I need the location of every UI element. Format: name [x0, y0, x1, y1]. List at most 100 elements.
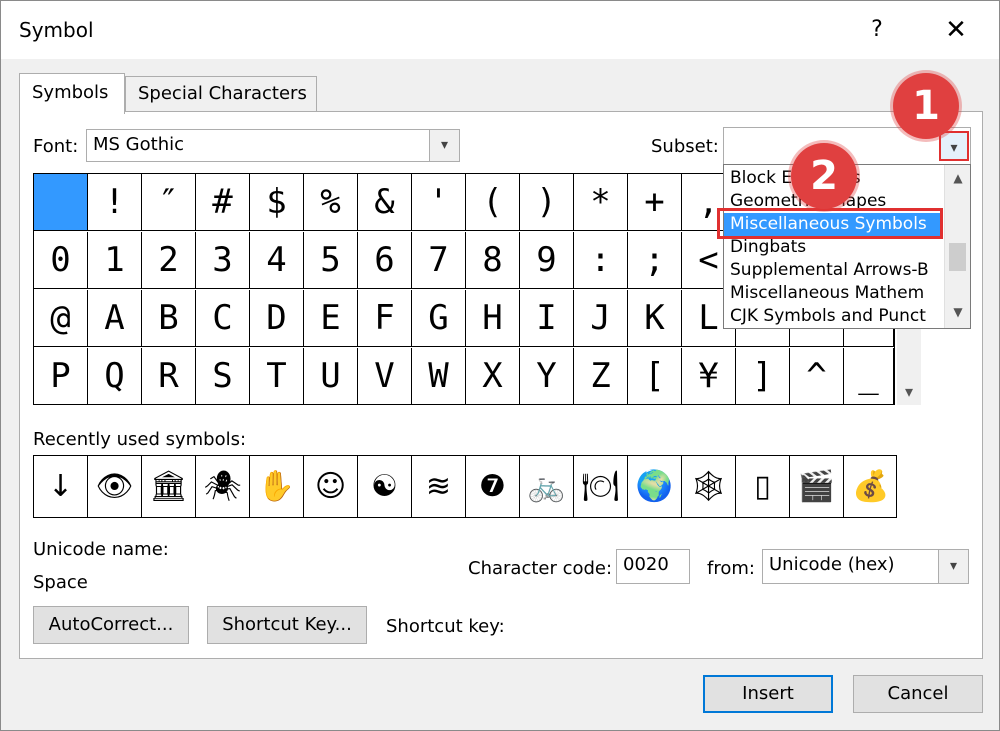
symbol-cell[interactable]: ] [736, 348, 790, 405]
scroll-thumb[interactable] [949, 243, 966, 271]
symbol-cell[interactable]: C [196, 290, 250, 347]
cancel-button[interactable]: Cancel [853, 675, 983, 713]
symbol-cell[interactable]: 6 [358, 232, 412, 289]
symbol-cell[interactable]: Z [574, 348, 628, 405]
symbol-cell[interactable]: B [142, 290, 196, 347]
recent-symbols-label: Recently used symbols: [33, 429, 247, 450]
symbol-cell[interactable]: K [628, 290, 682, 347]
symbol-cell[interactable]: [ [628, 348, 682, 405]
waves-icon[interactable]: ≋ [412, 456, 466, 517]
yin-yang-icon[interactable]: ☯ [358, 456, 412, 517]
symbol-cell[interactable]: : [574, 232, 628, 289]
shortcut-key-label: Shortcut key: [386, 616, 505, 637]
globe-icon[interactable]: 🌍 [628, 456, 682, 517]
symbol-cell[interactable]: $ [250, 174, 304, 231]
money-bag-icon[interactable]: 💰 [844, 456, 898, 517]
bicycle-icon[interactable]: 🚲 [520, 456, 574, 517]
symbol-cell[interactable]: T [250, 348, 304, 405]
character-code-label: Character code: [468, 558, 613, 579]
close-button[interactable]: ✕ [931, 11, 981, 49]
subset-option[interactable]: Miscellaneous Mathem [724, 282, 942, 305]
rectangle-icon[interactable]: ▯ [736, 456, 790, 517]
symbol-cell[interactable]: P [34, 348, 88, 405]
character-code-input[interactable]: 0020 [616, 549, 690, 584]
dialog-title: Symbol [19, 18, 94, 42]
symbol-cell[interactable]: ^ [790, 348, 844, 405]
symbol-cell[interactable]: A [88, 290, 142, 347]
subset-option[interactable]: Supplemental Arrows-B [724, 259, 942, 282]
symbol-cell[interactable]: X [466, 348, 520, 405]
symbol-cell[interactable]: U [304, 348, 358, 405]
symbol-cell[interactable]: 2 [142, 232, 196, 289]
symbol-cell[interactable]: E [304, 290, 358, 347]
symbol-cell[interactable]: 0 [34, 232, 88, 289]
symbol-cell[interactable]: I [520, 290, 574, 347]
building-icon[interactable]: 🏛 [142, 456, 196, 517]
symbol-cell[interactable]: # [196, 174, 250, 231]
insert-button[interactable]: Insert [703, 675, 833, 713]
plate-icon[interactable]: 🍽 [574, 456, 628, 517]
symbol-cell[interactable] [34, 174, 88, 231]
symbol-cell[interactable]: J [574, 290, 628, 347]
symbol-cell[interactable]: 4 [250, 232, 304, 289]
symbol-cell[interactable]: 5 [304, 232, 358, 289]
symbol-cell[interactable]: & [358, 174, 412, 231]
symbol-cell[interactable]: 1 [88, 232, 142, 289]
clapperboard-icon[interactable]: 🎬 [790, 456, 844, 517]
spiderweb-icon[interactable]: 🕸 [682, 456, 736, 517]
smiley-icon[interactable]: ☺ [304, 456, 358, 517]
symbol-cell[interactable]: 8 [466, 232, 520, 289]
down-arrow-icon[interactable]: ↓ [34, 456, 88, 517]
symbol-cell[interactable]: S [196, 348, 250, 405]
tab-symbols[interactable]: Symbols [19, 73, 125, 114]
scroll-down-icon[interactable]: ▼ [945, 305, 970, 319]
symbol-cell[interactable]: _ [844, 348, 894, 405]
symbol-cell[interactable]: 3 [196, 232, 250, 289]
step-2-badge: 2 [791, 143, 857, 209]
symbol-cell[interactable]: W [412, 348, 466, 405]
number-seven-icon[interactable]: ❼ [466, 456, 520, 517]
symbol-cell[interactable]: ) [520, 174, 574, 231]
symbol-cell[interactable]: ! [88, 174, 142, 231]
symbol-cell[interactable]: Y [520, 348, 574, 405]
symbol-cell[interactable]: ¥ [682, 348, 736, 405]
symbol-cell[interactable]: @ [34, 290, 88, 347]
symbol-cell[interactable]: * [574, 174, 628, 231]
subset-dropdown-chevron-icon[interactable]: ▾ [939, 131, 969, 161]
symbol-cell[interactable]: ( [466, 174, 520, 231]
symbol-cell[interactable]: ″ [142, 174, 196, 231]
unicode-name-label: Unicode name: [33, 539, 169, 560]
symbol-cell[interactable]: G [412, 290, 466, 347]
step-1-badge: 1 [893, 73, 959, 139]
from-value: Unicode (hex) [769, 554, 895, 575]
symbol-cell[interactable]: Q [88, 348, 142, 405]
hand-icon[interactable]: ✋ [250, 456, 304, 517]
scroll-down-icon[interactable]: ▾ [897, 382, 921, 401]
autocorrect-button[interactable]: AutoCorrect... [33, 606, 189, 644]
symbol-cell[interactable]: H [466, 290, 520, 347]
eye-icon[interactable]: 👁 [88, 456, 142, 517]
symbol-cell[interactable]: F [358, 290, 412, 347]
symbol-cell[interactable]: ; [628, 232, 682, 289]
symbol-cell[interactable]: % [304, 174, 358, 231]
scroll-up-icon[interactable]: ▲ [945, 171, 970, 185]
symbol-cell[interactable]: D [250, 290, 304, 347]
help-button[interactable]: ? [859, 11, 895, 49]
symbol-cell[interactable]: V [358, 348, 412, 405]
symbol-cell[interactable]: + [628, 174, 682, 231]
font-dropdown-chevron-icon[interactable]: ▾ [429, 130, 459, 161]
subset-option[interactable]: Dingbats [724, 236, 942, 259]
spider-icon[interactable]: 🕷 [196, 456, 250, 517]
recent-symbols-row: ↓ 👁 🏛 🕷 ✋ ☺ ☯ ≋ ❼ 🚲 🍽 🌍 🕸 ▯ 🎬 💰 [33, 455, 897, 518]
subset-list-scrollbar[interactable]: ▲ ▼ [944, 165, 970, 328]
font-select[interactable]: MS Gothic [86, 129, 460, 162]
symbol-cell[interactable]: R [142, 348, 196, 405]
symbol-cell[interactable]: 9 [520, 232, 574, 289]
subset-option[interactable]: CJK Symbols and Punct [724, 305, 942, 328]
from-label: from: [707, 558, 755, 579]
from-dropdown-chevron-icon[interactable]: ▾ [938, 550, 968, 583]
shortcut-key-button[interactable]: Shortcut Key... [207, 606, 367, 644]
tab-special-characters[interactable]: Special Characters [125, 76, 317, 111]
symbol-cell[interactable]: ' [412, 174, 466, 231]
symbol-cell[interactable]: 7 [412, 232, 466, 289]
